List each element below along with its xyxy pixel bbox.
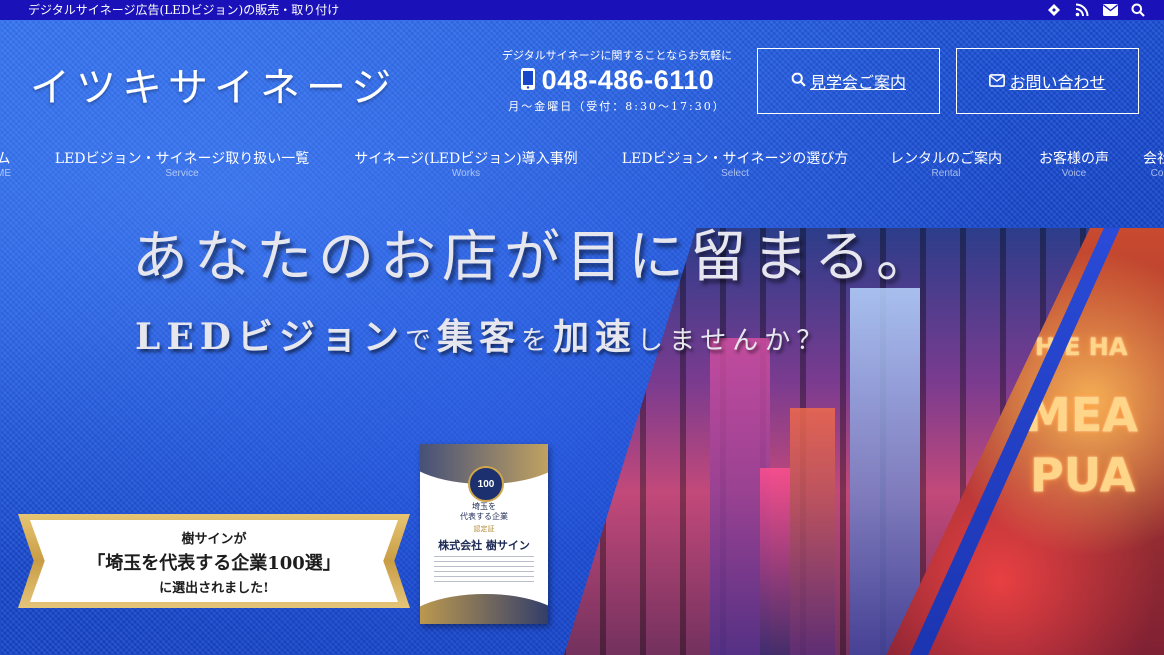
certificate-heading-line1: 埼玉を (472, 502, 496, 511)
rss-icon[interactable] (1074, 2, 1090, 18)
certificate-category: 認定証 (473, 525, 495, 533)
nav-item-label: ム (0, 151, 11, 167)
feedly-icon[interactable] (1046, 2, 1062, 18)
nav-item-label: レンタルのご案内 (890, 151, 1002, 167)
neon-sign-text-3: PUA (1030, 448, 1136, 502)
hero-subtitle-part: を (521, 326, 554, 356)
search-icon[interactable] (1130, 2, 1146, 18)
nav-item-label: 会社 (1143, 151, 1164, 167)
hero-title: あなたのお店が目に留まる。 (132, 225, 938, 290)
search-icon (791, 72, 806, 91)
site-logo[interactable]: イツキサイネージ (30, 55, 397, 113)
nav-item-sublabel: Co (1150, 168, 1164, 179)
business-hours: 月〜金曜日（受付：8:30〜17:30） (508, 100, 726, 113)
certificate-decoration (420, 594, 548, 624)
top-bar: デジタルサイネージ広告(LEDビジョン)の販売・取り付け (0, 0, 1164, 20)
hero-subtitle-part: LEDビジョン (135, 316, 405, 358)
contact-lead: デジタルサイネージに関することならお気軽に (501, 49, 733, 62)
hero-subtitle-part: で (404, 326, 437, 356)
phone-icon (520, 67, 536, 95)
nav-item-sublabel: Voice (1061, 168, 1087, 179)
tour-button-label: 見学会ご案内 (809, 73, 906, 92)
award-ribbon-inner: 樹サインが 「埼玉を代表する企業100選」 に選出されました! (30, 520, 398, 602)
nav-item-company[interactable]: 会社 Co (1143, 150, 1164, 180)
nav-item-label: サイネージ(LEDビジョン)導入事例 (354, 151, 578, 167)
certificate-heading-line2: 代表する企業 (460, 512, 508, 521)
tour-button[interactable]: 見学会ご案内 (757, 48, 940, 114)
nav-item-works[interactable]: サイネージ(LEDビジョン)導入事例 Works (348, 150, 584, 180)
hero-subtitle-part: 集客 (437, 316, 522, 358)
main-nav: ム ME LEDビジョン・サイネージ取り扱い一覧 Service サイネージ(L… (0, 150, 1164, 186)
phone-number: 048-486-6110 (541, 65, 715, 95)
contact-block: デジタルサイネージに関することならお気軽に 048-486-6110 月〜金曜日… (492, 49, 742, 114)
certificate-heading: 埼玉を 代表する企業 (420, 502, 548, 522)
award-ribbon-line1: 樹サインが (181, 532, 247, 547)
award-certificate: 100 埼玉を 代表する企業 認定証 株式会社 樹サイン (420, 444, 548, 624)
contact-button-label: お問い合わせ (1009, 73, 1106, 92)
envelope-icon (989, 72, 1006, 91)
mail-icon[interactable] (1102, 2, 1118, 18)
award-ribbon[interactable]: 樹サインが 「埼玉を代表する企業100選」 に選出されました! (18, 514, 410, 608)
nav-item-sublabel: ME (0, 168, 11, 179)
contact-button[interactable]: お問い合わせ (956, 48, 1139, 114)
phone-link[interactable]: 048-486-6110 (492, 65, 742, 96)
nav-item-label: お客様の声 (1039, 151, 1109, 167)
topbar-icons (1046, 2, 1146, 18)
hero-subtitle: LEDビジョンで集客を加速しませんか？ (135, 308, 828, 360)
certificate-body-text (434, 556, 534, 586)
nav-item-home[interactable]: ム ME (0, 150, 11, 180)
nav-item-sublabel: Select (721, 168, 749, 179)
nav-item-sublabel: Service (165, 168, 199, 179)
nav-item-voice[interactable]: お客様の声 Voice (1037, 150, 1111, 180)
hero-subtitle-part: 加速 (553, 316, 638, 358)
certificate-badge: 100 (468, 466, 504, 502)
nav-item-select[interactable]: LEDビジョン・サイネージの選び方 Select (616, 150, 854, 180)
nav-item-sublabel: Works (451, 168, 481, 179)
nav-item-service[interactable]: LEDビジョン・サイネージ取り扱い一覧 Service (48, 150, 316, 180)
site-tagline: デジタルサイネージ広告(LEDビジョン)の販売・取り付け (28, 3, 340, 17)
certificate-company: 株式会社 樹サイン (438, 539, 530, 552)
nav-item-rental[interactable]: レンタルのご案内 Rental (887, 150, 1005, 180)
award-ribbon-line2: 「埼玉を代表する企業100選」 (87, 553, 341, 574)
nav-item-sublabel: Rental (931, 168, 961, 179)
nav-item-label: LEDビジョン・サイネージの選び方 (621, 151, 849, 167)
award-ribbon-line3: に選出されました! (159, 581, 269, 596)
nav-item-label: LEDビジョン・サイネージ取り扱い一覧 (54, 151, 310, 167)
hero-subtitle-part: しませんか？ (637, 326, 829, 356)
